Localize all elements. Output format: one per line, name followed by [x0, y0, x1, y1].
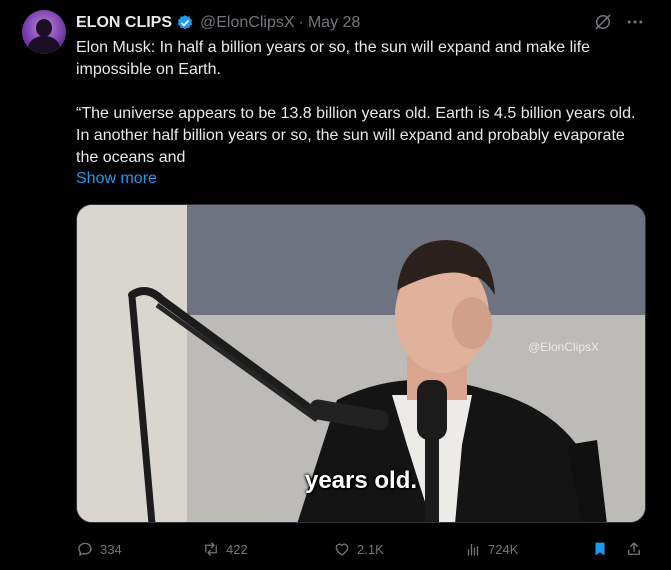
repost-count: 422: [226, 541, 248, 557]
tweet-text: Elon Musk: In half a billion years or so…: [76, 37, 646, 169]
show-more-link[interactable]: Show more: [76, 170, 157, 188]
bookmark-button[interactable]: [591, 540, 609, 558]
repost-icon: [205, 542, 217, 556]
heart-icon: [335, 543, 349, 556]
views-button[interactable]: 724K: [464, 540, 518, 558]
tweet-paragraph-1: Elon Musk: In half a billion years or so…: [76, 39, 595, 78]
repost-button[interactable]: 422: [202, 540, 248, 558]
grok-icon[interactable]: [593, 12, 613, 32]
avatar-silhouette-shoulders: [28, 36, 60, 54]
tweet-top-actions: [593, 12, 645, 32]
avatar-silhouette-head: [36, 19, 52, 37]
author-handle[interactable]: @ElonClipsX: [200, 14, 295, 32]
video-media[interactable]: @ElonClipsX years old.: [76, 204, 646, 523]
reply-button[interactable]: 334: [76, 540, 122, 558]
analytics-icon: [467, 543, 479, 556]
separator-dot: ·: [298, 14, 304, 31]
tweet-action-bar: 334 422 2.1K 724K: [76, 540, 646, 560]
post-date[interactable]: May 28: [308, 14, 360, 32]
reply-icon: [78, 542, 92, 556]
view-count: 724K: [488, 541, 519, 557]
video-caption: years old.: [304, 467, 418, 494]
like-count: 2.1K: [357, 541, 384, 557]
share-icon: [628, 542, 640, 555]
tweet-header: ELON CLIPS @ElonClipsX · May 28: [76, 12, 360, 34]
reply-count: 334: [100, 541, 122, 557]
tweet-paragraph-2: “The universe appears to be 13.8 billion…: [76, 105, 640, 166]
verified-badge-icon: [177, 15, 193, 30]
bookmark-icon: [595, 542, 605, 556]
avatar[interactable]: [22, 10, 66, 54]
share-button[interactable]: [625, 540, 643, 558]
like-button[interactable]: 2.1K: [333, 540, 384, 558]
author-name[interactable]: ELON CLIPS: [76, 14, 172, 32]
more-options-icon[interactable]: [625, 12, 645, 32]
tweet[interactable]: ELON CLIPS @ElonClipsX · May 28 Elon Mus…: [0, 0, 671, 570]
video-watermark: @ElonClipsX: [528, 340, 599, 354]
